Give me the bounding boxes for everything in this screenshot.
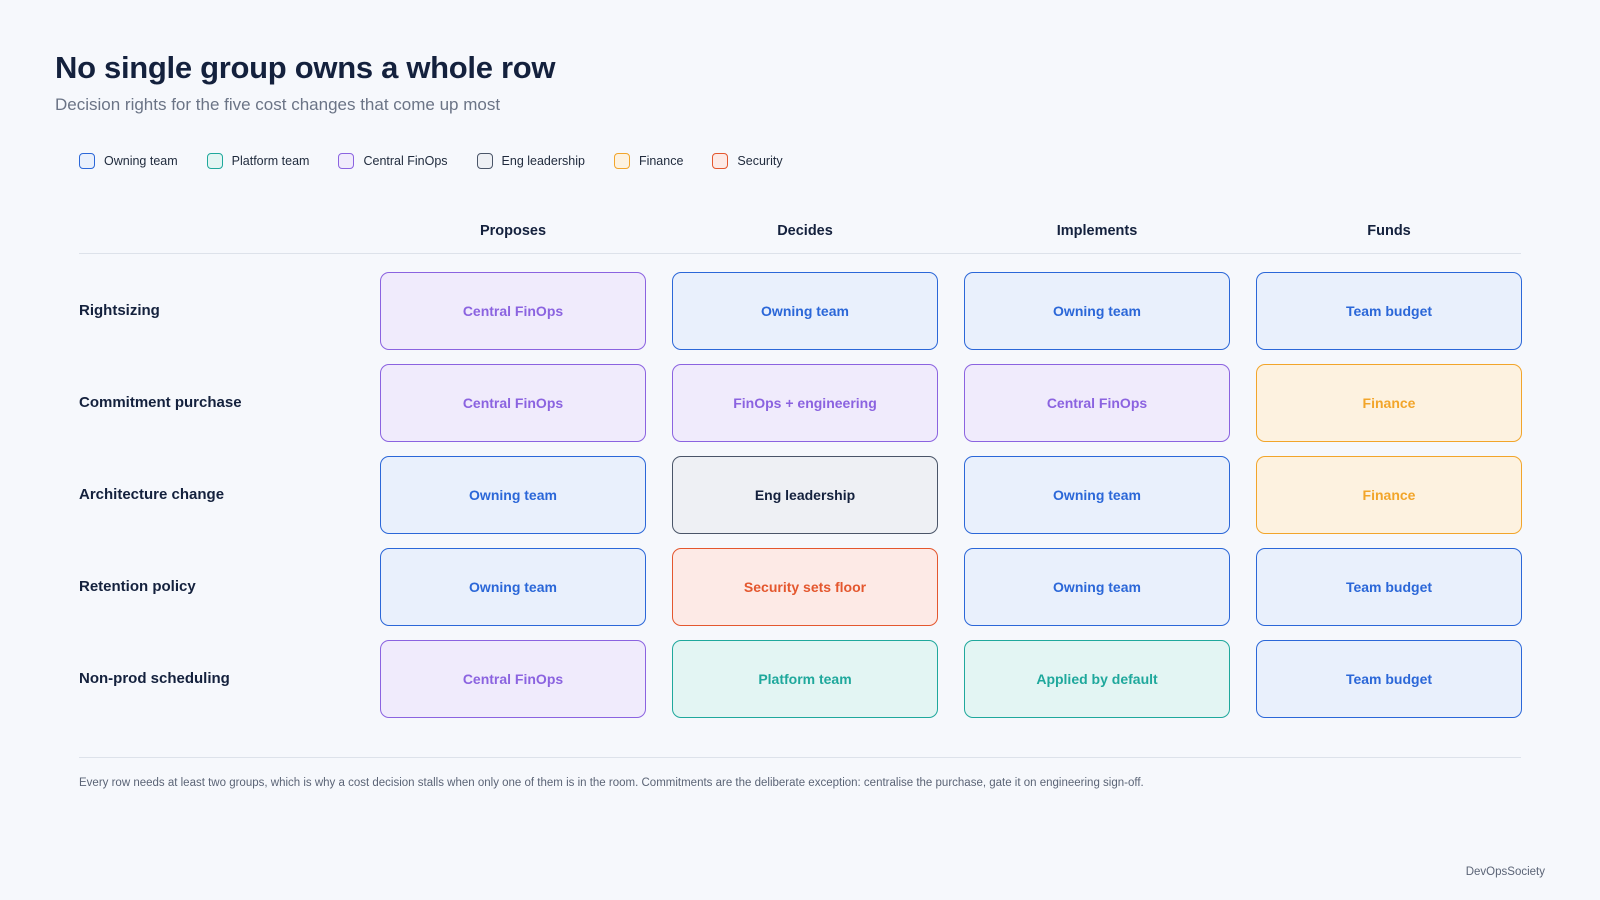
matrix-cell: Owning team [964, 548, 1230, 626]
matrix-cell: Central FinOps [380, 640, 646, 718]
footnote: Every row needs at least two groups, whi… [79, 777, 1144, 789]
column-header: Implements [1056, 223, 1138, 239]
matrix-cell: Owning team [672, 272, 938, 350]
legend-item: Owning team [79, 153, 178, 169]
legend-swatch [206, 153, 223, 169]
matrix-cell: Central FinOps [964, 364, 1230, 442]
column-header: Decides [777, 223, 833, 239]
matrix-cell: Finance [1256, 456, 1522, 534]
matrix-cell: Central FinOps [380, 272, 646, 350]
legend-swatch [476, 153, 493, 169]
matrix-cell: Team budget [1256, 640, 1522, 718]
legend-label: Central FinOps [363, 154, 448, 168]
matrix-cell: Owning team [380, 456, 646, 534]
matrix-cell: Finance [1256, 364, 1522, 442]
matrix-cell: Security sets floor [672, 548, 938, 626]
matrix-cell: Applied by default [964, 640, 1230, 718]
matrix-cell: FinOps + engineering [672, 364, 938, 442]
legend-label: Finance [638, 154, 684, 168]
legend-label: Owning team [104, 154, 178, 168]
row-label: Non-prod scheduling [79, 670, 230, 687]
row-label: Commitment purchase [79, 394, 242, 411]
legend-label: Security [737, 154, 783, 168]
legend-item: Platform team [206, 153, 310, 169]
matrix-cell: Eng leadership [672, 456, 938, 534]
legend-swatch [338, 153, 355, 169]
matrix-cell: Platform team [672, 640, 938, 718]
row-label: Rightsizing [79, 302, 160, 319]
legend: Owning team Platform team Central FinOps En… [79, 153, 812, 169]
brand-label: DevOpsSociety [1465, 866, 1545, 878]
column-header: Funds [1367, 223, 1411, 239]
legend-item: Security [712, 153, 783, 169]
legend-swatch [613, 153, 630, 169]
column-header: Proposes [479, 223, 547, 239]
matrix-cell: Owning team [964, 456, 1230, 534]
page-title: No single group owns a whole row [55, 50, 556, 85]
row-label: Retention policy [79, 578, 196, 595]
legend-label: Eng leadership [501, 154, 585, 168]
footer-divider [79, 757, 1521, 758]
legend-item: Eng leadership [476, 153, 585, 169]
matrix-cell: Team budget [1256, 548, 1522, 626]
page-subtitle: Decision rights for the five cost change… [55, 95, 501, 114]
row-label: Architecture change [79, 486, 225, 503]
matrix-cell: Team budget [1256, 272, 1522, 350]
matrix-cell: Owning team [964, 272, 1230, 350]
header-divider [79, 253, 1521, 254]
matrix-cell: Owning team [380, 548, 646, 626]
legend-swatch [712, 153, 729, 169]
legend-item: Central FinOps [338, 153, 448, 169]
legend-label: Platform team [231, 154, 310, 168]
legend-swatch [79, 153, 95, 169]
legend-item: Finance [613, 153, 684, 169]
matrix-cell: Central FinOps [380, 364, 646, 442]
